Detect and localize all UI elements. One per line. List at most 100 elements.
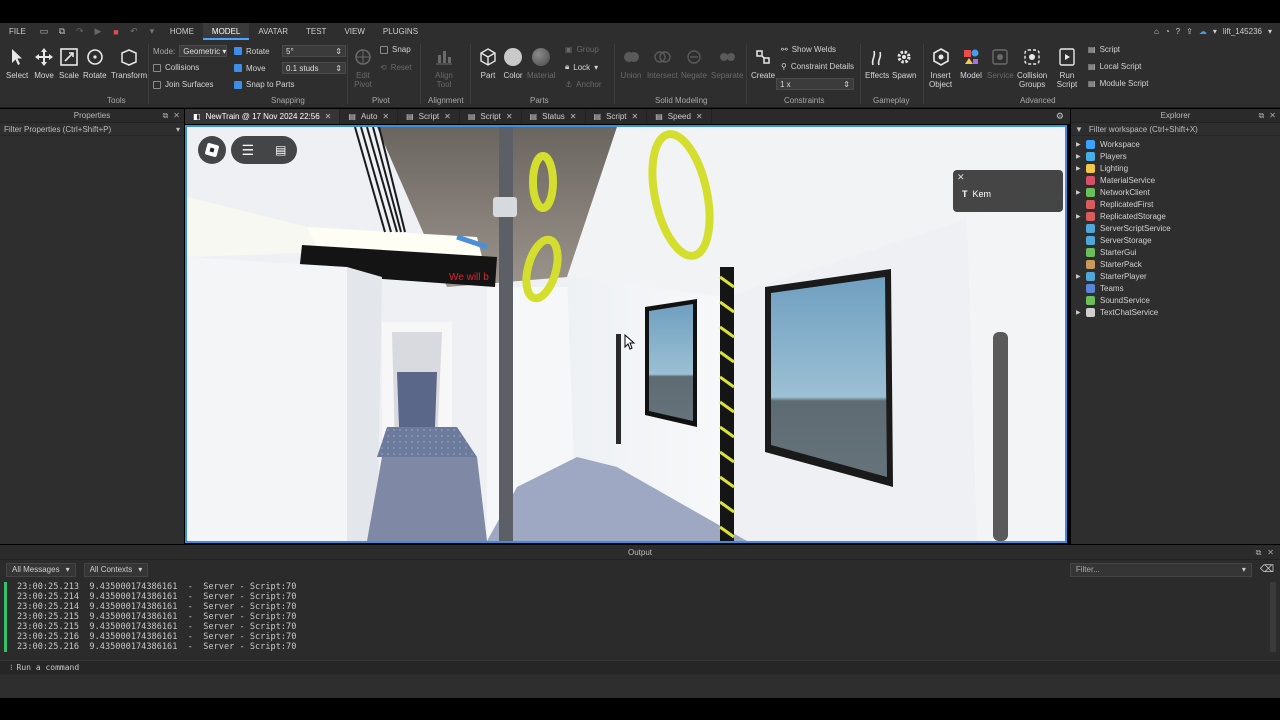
snap-checkbox[interactable]	[380, 45, 388, 54]
clear-output-icon[interactable]: ⌫	[1260, 564, 1274, 575]
join-surfaces-checkbox[interactable]	[153, 80, 161, 89]
expand-arrow-icon[interactable]: ▶	[1076, 273, 1086, 280]
expand-arrow-icon[interactable]: ▶	[1076, 165, 1086, 172]
output-scrollbar[interactable]	[1270, 582, 1276, 652]
constraint-scale-input[interactable]: 1 x ⇕	[776, 78, 854, 90]
tab-status[interactable]: ▤ Status ✕	[522, 109, 586, 124]
play-icon[interactable]: ▶	[93, 26, 103, 37]
spawn-button[interactable]: Spawn	[892, 46, 916, 80]
new-module-script-button[interactable]: ▤ Module Script	[1088, 79, 1148, 88]
settings-gear-icon[interactable]: ⚙	[1050, 109, 1070, 124]
explorer-item[interactable]: SoundService	[1071, 294, 1280, 306]
expand-arrow-icon[interactable]: ▶	[1076, 309, 1086, 316]
union-button[interactable]: Union	[620, 46, 642, 80]
explorer-item[interactable]: MaterialService	[1071, 174, 1280, 186]
game-viewport[interactable]: We will b ☰ ▤ ✕ T Kem	[185, 125, 1067, 543]
collisions-toggle[interactable]: Collisions	[153, 63, 199, 72]
publish-icon[interactable]: ⧉	[57, 26, 67, 37]
properties-filter-input[interactable]: Filter Properties (Ctrl+Shift+P) ▾	[0, 123, 184, 136]
explorer-item[interactable]: ReplicatedFirst	[1071, 198, 1280, 210]
explorer-item[interactable]: ▶ ReplicatedStorage	[1071, 210, 1280, 222]
transform-tool-button[interactable]: Transform	[111, 46, 147, 80]
tab-auto[interactable]: ▤ Auto ✕	[340, 109, 399, 124]
popout-icon[interactable]: ⧉	[163, 111, 169, 121]
move-snap-checkbox[interactable]	[234, 64, 242, 72]
notification-icon[interactable]: ⌂	[1154, 27, 1159, 36]
close-icon[interactable]: ✕	[696, 112, 703, 121]
snap-toggle[interactable]: Snap	[380, 45, 411, 54]
close-icon[interactable]: ✕	[382, 112, 389, 121]
menu-model[interactable]: MODEL	[202, 23, 250, 40]
snap-to-parts-checkbox[interactable]	[234, 80, 242, 89]
constraint-details-toggle[interactable]: ⚲ Constraint Details	[781, 62, 854, 71]
create-constraint-button[interactable]: Create	[751, 46, 775, 80]
separate-button[interactable]: Separate	[711, 46, 743, 80]
edit-pivot-button[interactable]: Edit Pivot	[352, 46, 374, 89]
snap-to-parts-toggle[interactable]: Snap to Parts	[234, 80, 294, 89]
chevron-down-icon[interactable]: ▾	[1213, 27, 1217, 36]
model-button[interactable]: Model	[960, 46, 982, 80]
negate-button[interactable]: Negate	[681, 46, 707, 80]
group-button[interactable]: ▣ Group	[565, 45, 599, 54]
explorer-item[interactable]: ▶ Workspace	[1071, 138, 1280, 150]
popout-icon[interactable]: ⧉	[1259, 111, 1265, 121]
rotate-increment-input[interactable]: 5° ⇕	[282, 45, 346, 57]
close-icon[interactable]: ✕	[1267, 548, 1274, 558]
roblox-menu-button[interactable]	[198, 136, 226, 164]
expand-arrow-icon[interactable]: ▶	[1076, 189, 1086, 196]
select-tool-button[interactable]: Select	[6, 46, 28, 80]
move-tool-button[interactable]: Move	[33, 46, 55, 80]
close-icon[interactable]: ✕	[444, 112, 451, 121]
tab-newtrain[interactable]: ◧ NewTrain @ 17 Nov 2024 22:56 ✕	[185, 109, 341, 124]
rotate-snap-checkbox[interactable]	[234, 47, 242, 55]
tab-speed[interactable]: ▤ Speed ✕	[647, 109, 712, 124]
collisions-checkbox[interactable]	[153, 63, 161, 72]
close-icon[interactable]: ✕	[173, 111, 180, 121]
explorer-item[interactable]: ▶ StarterPlayer	[1071, 270, 1280, 282]
stop-icon[interactable]: ■	[111, 27, 121, 37]
run-script-button[interactable]: Run Script	[1056, 46, 1078, 89]
reset-pivot-button[interactable]: ⟲ Reset	[380, 63, 412, 72]
align-tool-button[interactable]: Align Tool	[433, 46, 455, 89]
hamburger-menu-icon[interactable]: ☰	[242, 142, 255, 159]
contexts-filter-dropdown[interactable]: All Contexts ▾	[83, 562, 149, 577]
help-icon[interactable]: ?	[1176, 27, 1180, 36]
output-filter-input[interactable]: Filter... ▾	[1069, 562, 1252, 577]
part-button[interactable]: Part	[477, 46, 499, 80]
menu-view[interactable]: VIEW	[335, 23, 373, 40]
close-icon[interactable]: ✕	[506, 112, 513, 121]
explorer-item[interactable]: StarterGui	[1071, 246, 1280, 258]
share-icon[interactable]: ⇪	[1186, 27, 1193, 36]
service-button[interactable]: Service	[987, 46, 1014, 80]
tab-script[interactable]: ▤ Script ✕	[460, 109, 522, 124]
explorer-filter-input[interactable]: ▼ Filter workspace (Ctrl+Shift+X)	[1071, 123, 1280, 136]
explorer-item[interactable]: ServerStorage	[1071, 234, 1280, 246]
new-file-icon[interactable]: ▭	[39, 26, 49, 37]
bell-icon[interactable]: ◔	[1165, 27, 1170, 36]
expand-arrow-icon[interactable]: ▶	[1076, 141, 1086, 148]
cloud-icon[interactable]: ☁	[1199, 27, 1207, 36]
scale-tool-button[interactable]: Scale	[58, 46, 80, 80]
mode-select[interactable]: Geometric ▾	[179, 45, 228, 57]
explorer-item[interactable]: ServerScriptService	[1071, 222, 1280, 234]
menu-file[interactable]: FILE	[0, 23, 35, 40]
undo-icon[interactable]: ↶	[129, 26, 139, 37]
color-button[interactable]: Color	[502, 46, 524, 80]
popout-icon[interactable]: ⧉	[1256, 548, 1262, 558]
show-welds-toggle[interactable]: ⚯ Show Welds	[781, 45, 836, 54]
tab-script[interactable]: ▤ Script ✕	[586, 109, 648, 124]
move-increment-input[interactable]: 0.1 studs ⇕	[282, 62, 346, 74]
menu-test[interactable]: TEST	[297, 23, 335, 40]
redo-arrow-icon[interactable]: ↷	[75, 26, 85, 37]
explorer-item[interactable]: StarterPack	[1071, 258, 1280, 270]
lock-button[interactable]: 🔒︎ Lock ▾	[565, 62, 598, 72]
material-button[interactable]: Material	[527, 46, 555, 80]
chat-icon[interactable]: ▤	[275, 143, 286, 157]
messages-filter-dropdown[interactable]: All Messages ▾	[6, 562, 76, 577]
explorer-item[interactable]: Teams	[1071, 282, 1280, 294]
collision-groups-button[interactable]: Collision Groups	[1017, 46, 1047, 89]
effects-button[interactable]: Effects	[865, 46, 889, 80]
intersect-button[interactable]: Intersect	[647, 46, 678, 80]
menu-avatar[interactable]: AVATAR	[249, 23, 297, 40]
chevron-down-icon[interactable]: ▾	[147, 26, 157, 37]
